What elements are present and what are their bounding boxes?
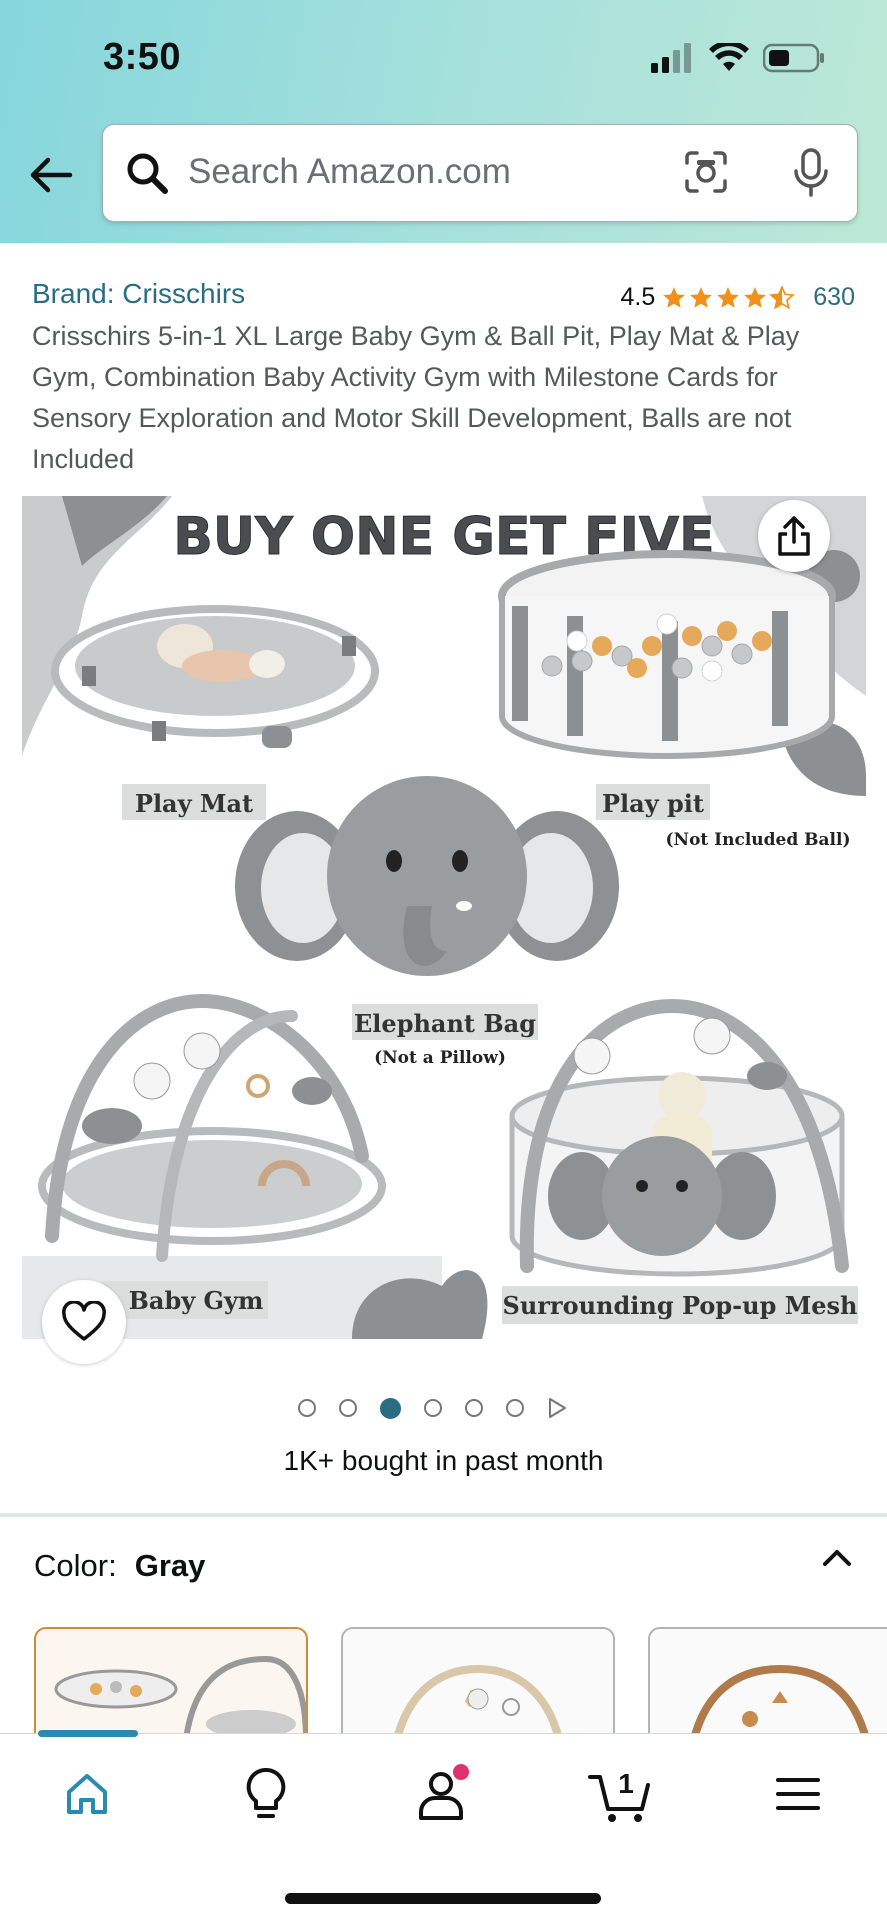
brand-link[interactable]: Brand: Crisschirs — [32, 278, 245, 310]
tab-menu[interactable] — [753, 1759, 843, 1829]
carousel-dot[interactable] — [506, 1399, 524, 1417]
cart-count: 1 — [618, 1768, 634, 1799]
star-icon — [690, 286, 713, 308]
wifi-icon — [709, 43, 749, 71]
status-icons — [651, 40, 825, 76]
carousel-dot[interactable] — [298, 1399, 316, 1417]
product-image[interactable]: BUY ONE GET FIVE Play Mat Play pit (Not … — [22, 496, 866, 1339]
color-value: Gray — [134, 1548, 206, 1583]
tab-inspire[interactable] — [221, 1759, 311, 1829]
star-icon — [717, 286, 740, 308]
signal-icon — [651, 43, 691, 73]
label-pop-up-mesh: Surrounding Pop-up Mesh — [503, 1291, 858, 1320]
lightbulb-icon — [246, 1767, 286, 1818]
status-time: 3:50 — [103, 36, 182, 78]
share-icon — [778, 516, 810, 556]
account-icon — [419, 1764, 469, 1820]
add-to-list-button[interactable] — [42, 1280, 126, 1364]
label-play-mat: Play Mat — [135, 789, 253, 818]
active-tab-indicator — [38, 1730, 138, 1737]
label-elephant-bag: Elephant Bag — [354, 1009, 536, 1038]
pop-up-mesh-illustration — [509, 998, 849, 1277]
search-placeholder: Search Amazon.com — [188, 152, 511, 191]
label-play-pit-note: (Not Included Ball) — [665, 830, 850, 850]
search-input[interactable]: Search Amazon.com — [102, 124, 858, 222]
section-divider — [0, 1513, 887, 1517]
rating-value: 4.5 — [620, 283, 656, 311]
bought-in-past-month: 1K+ bought in past month — [283, 1445, 604, 1476]
label-elephant-note: (Not a Pillow) — [374, 1048, 506, 1068]
share-button[interactable] — [758, 500, 830, 572]
elephant-bag-illustration — [235, 776, 619, 976]
tab-cart[interactable]: 1 — [576, 1759, 666, 1829]
carousel-dot[interactable] — [465, 1399, 483, 1417]
cart-icon: 1 — [588, 1768, 650, 1822]
rating-summary[interactable]: 4.5 630 — [621, 283, 855, 312]
label-play-pit: Play pit — [602, 789, 704, 818]
color-selector-label: Color: Gray — [34, 1548, 205, 1584]
half-star-icon — [769, 284, 796, 310]
carousel-dot[interactable] — [339, 1399, 357, 1417]
label-baby-gym: Baby Gym — [129, 1286, 264, 1315]
tab-home[interactable] — [42, 1759, 132, 1829]
baby-gym-illustration — [38, 993, 386, 1262]
notification-dot — [453, 1764, 469, 1780]
color-label: Color: — [34, 1548, 117, 1583]
heart-icon — [62, 1301, 106, 1341]
play-pit-illustration — [498, 550, 836, 759]
rating-count[interactable]: 630 — [813, 283, 855, 312]
carousel-dot[interactable] — [424, 1399, 442, 1417]
product-collage: BUY ONE GET FIVE Play Mat Play pit (Not … — [22, 496, 866, 1339]
battery-icon — [763, 43, 824, 73]
star-icon — [663, 286, 686, 308]
play-video-icon[interactable] — [547, 1397, 567, 1419]
app-header: 3:50 Search Amazon.com — [0, 0, 887, 243]
tab-account[interactable] — [398, 1759, 488, 1829]
rating-stars — [661, 284, 796, 311]
star-icon — [744, 286, 767, 308]
carousel-dot[interactable] — [380, 1397, 401, 1419]
chevron-up-icon[interactable] — [819, 1540, 855, 1576]
home-icon — [67, 1774, 107, 1814]
camera-icon[interactable] — [683, 149, 729, 195]
search-icon — [127, 153, 168, 194]
image-carousel-dots[interactable] — [298, 1397, 567, 1419]
menu-icon — [776, 1778, 820, 1810]
mic-icon[interactable] — [791, 147, 831, 199]
back-arrow-icon[interactable] — [26, 150, 76, 200]
product-title: Crisschirs 5-in-1 XL Large Baby Gym & Ba… — [32, 321, 800, 474]
home-indicator — [285, 1893, 601, 1904]
play-mat-illustration — [51, 605, 379, 748]
